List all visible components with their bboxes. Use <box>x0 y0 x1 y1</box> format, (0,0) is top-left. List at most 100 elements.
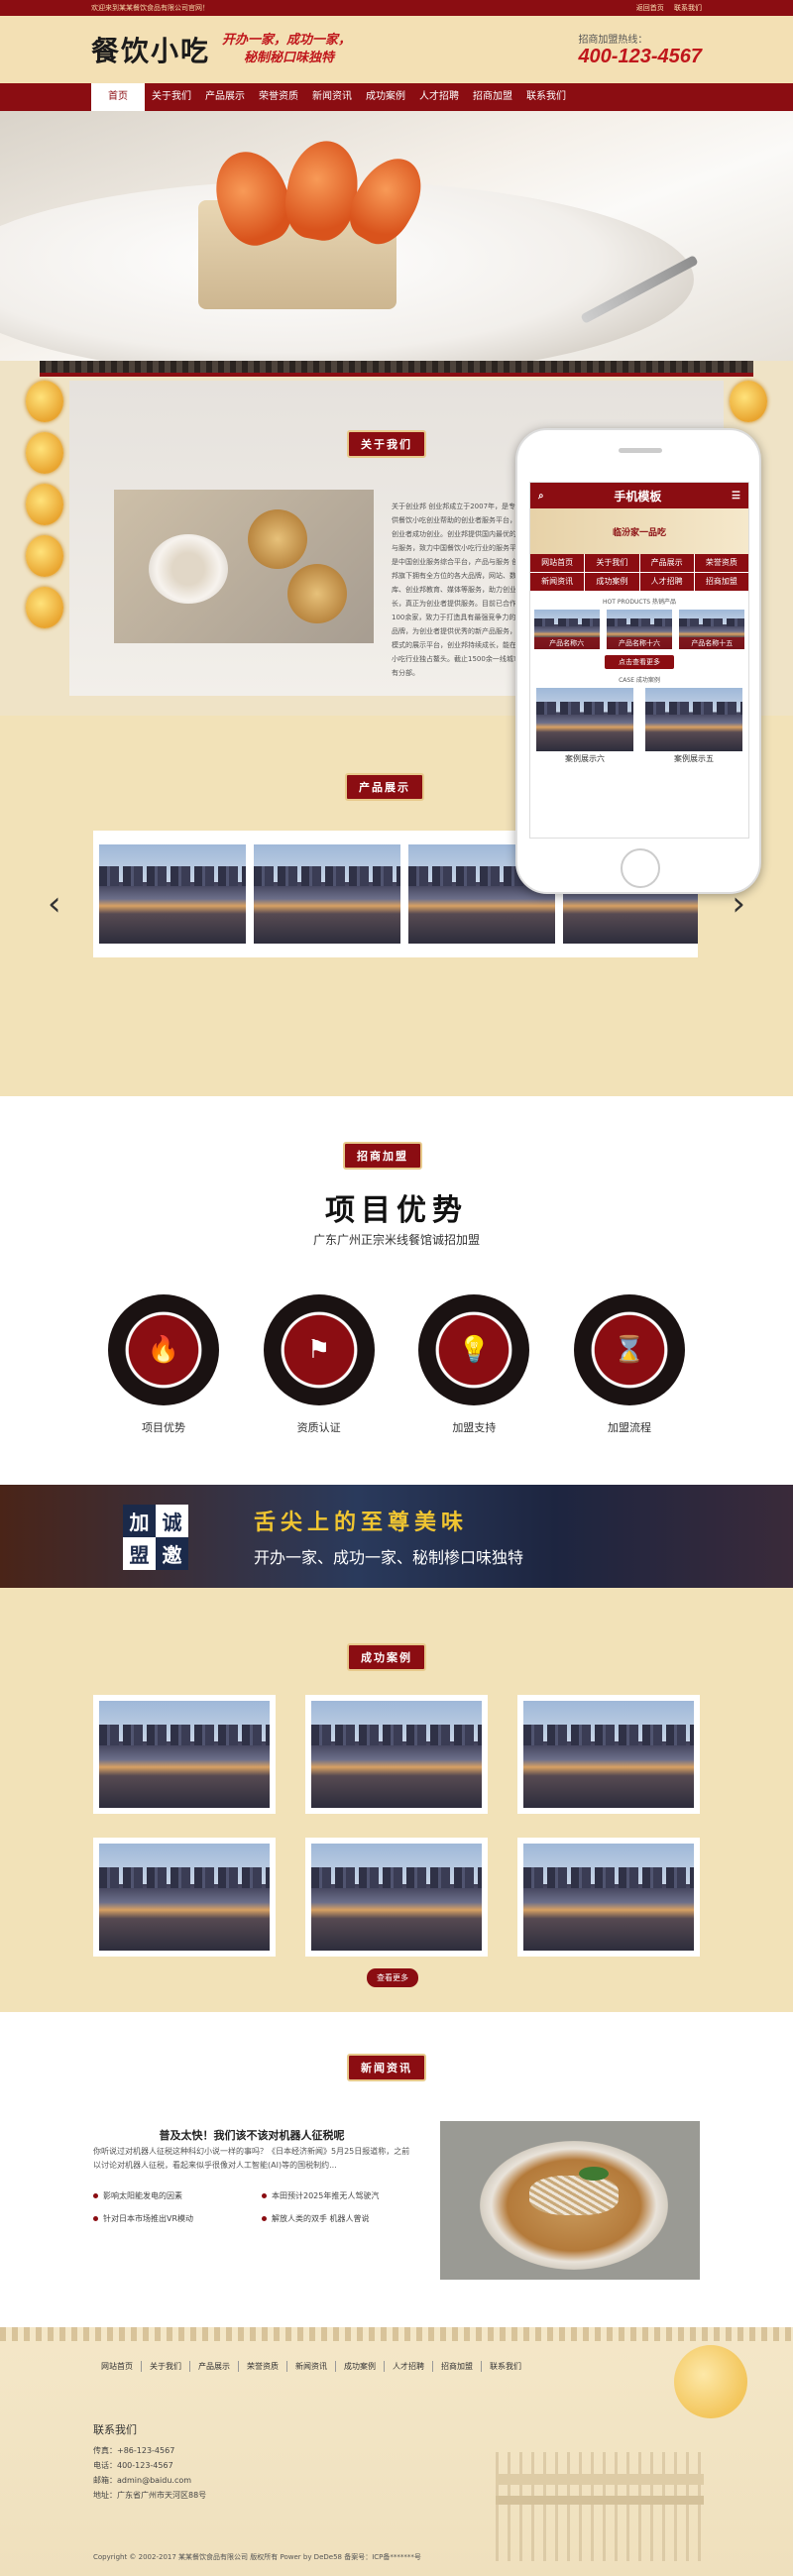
case-card[interactable] <box>305 1838 488 1957</box>
nav-item-cases[interactable]: 成功案例 <box>359 83 412 111</box>
cases-more-button[interactable]: 查看更多 <box>367 1968 418 1987</box>
footer-link[interactable]: 关于我们 <box>142 2361 190 2372</box>
flame-icon: 🔥 <box>108 1294 219 1405</box>
franchise-subtitle: 开办一家、成功一家、秘制椮口味独特 <box>254 1548 524 1567</box>
phone-nav-item[interactable]: 招商加盟 <box>694 573 748 591</box>
phone-speaker <box>619 448 662 453</box>
news-item[interactable]: 解放人类的双手 机器人曾说 <box>262 2213 410 2224</box>
phone-nav-item[interactable]: 人才招聘 <box>639 573 694 591</box>
phone-case-item[interactable]: 案例展示六 <box>536 688 633 764</box>
top-link-contact[interactable]: 联系我们 <box>674 4 702 12</box>
phone-case-thumb <box>536 688 633 751</box>
footer-link[interactable]: 产品展示 <box>190 2361 239 2372</box>
phone-cases: 案例展示六 案例展示五 <box>530 688 748 764</box>
advantage-item[interactable]: ⌛ 加盟流程 <box>565 1294 694 1435</box>
news-image[interactable] <box>440 2121 700 2280</box>
advantages-tag: 招商加盟 <box>343 1142 422 1170</box>
about-bowl <box>149 534 228 604</box>
phone-banner: 临汾家一品吃 <box>530 508 748 554</box>
footer-link[interactable]: 招商加盟 <box>433 2361 482 2372</box>
hotline-label: 招商加盟热线： <box>578 35 648 46</box>
search-icon[interactable]: ⌕ <box>538 491 544 502</box>
phone-product-thumb[interactable]: 产品名称六 <box>533 610 600 649</box>
phone-case-label: CASE 成功案例 <box>619 677 660 684</box>
news-item[interactable]: 影响太阳能发电的因素 <box>93 2190 242 2201</box>
seal-char: 加 <box>123 1505 156 1537</box>
hotline: 招商加盟热线： 400-123-4567 <box>578 31 702 68</box>
flag-icon: ⚑ <box>263 1294 375 1405</box>
franchise-banner: 加 诚 盟 邀 舌尖上的至尊美味 开办一家、成功一家、秘制椮口味独特 <box>0 1485 793 1588</box>
advantage-label: 加盟流程 <box>607 1421 651 1434</box>
case-card[interactable] <box>93 1838 276 1957</box>
phone-nav-item[interactable]: 关于我们 <box>585 554 639 572</box>
advantage-label: 加盟支持 <box>452 1421 497 1434</box>
phone-nav-item[interactable]: 荣誉资质 <box>694 554 748 572</box>
case-card[interactable] <box>305 1695 488 1814</box>
phone-nav-item[interactable]: 成功案例 <box>585 573 639 591</box>
franchise-title: 舌尖上的至尊美味 <box>254 1510 469 1535</box>
lantern-decoration <box>26 535 63 577</box>
nav-item-honors[interactable]: 荣誉资质 <box>252 83 305 111</box>
case-image <box>311 1701 482 1808</box>
nav-item-about[interactable]: 关于我们 <box>145 83 198 111</box>
copyright: Copyright © 2002-2017 某某餐饮食品有限公司 版权所有 Po… <box>93 2553 421 2561</box>
menu-icon[interactable]: ☰ <box>732 491 740 502</box>
footer-pattern <box>0 2327 793 2341</box>
product-image[interactable] <box>99 844 246 944</box>
advantage-item[interactable]: ⚑ 资质认证 <box>255 1294 384 1435</box>
seal-char: 邀 <box>156 1537 188 1570</box>
case-image <box>311 1844 482 1951</box>
case-card[interactable] <box>517 1695 700 1814</box>
case-image <box>523 1844 694 1951</box>
product-image[interactable] <box>254 844 400 944</box>
nav-item-home[interactable]: 首页 <box>91 83 145 111</box>
lantern-decoration <box>26 587 63 628</box>
news-item[interactable]: 针对日本市场推出VR模动 <box>93 2213 242 2224</box>
footer-link[interactable]: 网站首页 <box>93 2361 142 2372</box>
cases-section: 成功案例 查看更多 <box>0 1588 793 2012</box>
phone-header: ⌕ 手机模板 ☰ <box>530 483 748 508</box>
nav-item-franchise[interactable]: 招商加盟 <box>466 83 519 111</box>
nav-item-news[interactable]: 新闻资讯 <box>305 83 359 111</box>
news-item[interactable]: 本田预计2025年推无人驾驶汽 <box>262 2190 410 2201</box>
advantage-label: 资质认证 <box>296 1421 341 1434</box>
nav-item-products[interactable]: 产品展示 <box>198 83 252 111</box>
nav-item-contact[interactable]: 联系我们 <box>519 83 573 111</box>
footer-link[interactable]: 新闻资讯 <box>287 2361 336 2372</box>
phone-home-button <box>621 848 660 888</box>
advantages-subheading: 广东广州正宗米线餐馆诚招加盟 <box>312 1233 480 1247</box>
phone-product-thumb[interactable]: 产品名称十六 <box>606 610 672 649</box>
case-image <box>523 1701 694 1808</box>
news-list: 影响太阳能发电的因素 本田预计2025年推无人驾驶汽 针对日本市场推出VR模动 … <box>93 2190 410 2224</box>
phone-nav-item[interactable]: 网站首页 <box>530 554 585 572</box>
advantage-item[interactable]: 💡 加盟支持 <box>409 1294 538 1435</box>
seal-char: 诚 <box>156 1505 188 1537</box>
site-footer: 网站首页 关于我们 产品展示 荣誉资质 新闻资讯 成功案例 人才招聘 招商加盟 … <box>0 2327 793 2576</box>
advantage-item[interactable]: 🔥 项目优势 <box>99 1294 228 1435</box>
nav-item-jobs[interactable]: 人才招聘 <box>412 83 466 111</box>
phone-case-item[interactable]: 案例展示五 <box>645 688 742 764</box>
footer-link[interactable]: 荣誉资质 <box>239 2361 287 2372</box>
top-link-home[interactable]: 返回首页 <box>636 4 664 12</box>
footer-link[interactable]: 人才招聘 <box>385 2361 433 2372</box>
phone-product-thumb[interactable]: 产品名称十五 <box>679 610 745 649</box>
phone-more-button[interactable]: 点击查看更多 <box>605 655 674 669</box>
lantern-decoration <box>730 381 767 422</box>
case-card[interactable] <box>93 1695 276 1814</box>
footer-link[interactable]: 成功案例 <box>336 2361 385 2372</box>
advantage-label: 项目优势 <box>142 1421 185 1434</box>
about-roof <box>40 361 753 377</box>
news-headline[interactable]: 普及太快！我们该不该对机器人征税呢 <box>93 2127 410 2143</box>
contact-fax: 传真：+86-123-4567 <box>93 2446 175 2455</box>
carousel-prev-icon[interactable]: ‹ <box>48 884 61 924</box>
phone-nav-item[interactable]: 产品展示 <box>639 554 694 572</box>
about-pastry <box>287 564 347 623</box>
phone-case-thumb <box>645 688 742 751</box>
top-bar: 欢迎来到某某餐饮食品有限公司官网！ 返回首页 联系我们 <box>0 0 793 16</box>
footer-link[interactable]: 联系我们 <box>482 2361 529 2372</box>
contact-title: 联系我们 <box>93 2423 137 2436</box>
news-section: 新闻资讯 普及太快！我们该不该对机器人征税呢 你听说过对机器人征税这种科幻小说一… <box>0 2012 793 2327</box>
phone-nav-item[interactable]: 新闻资讯 <box>530 573 585 591</box>
site-logo[interactable]: 餐饮小吃 <box>91 30 210 69</box>
case-card[interactable] <box>517 1838 700 1957</box>
